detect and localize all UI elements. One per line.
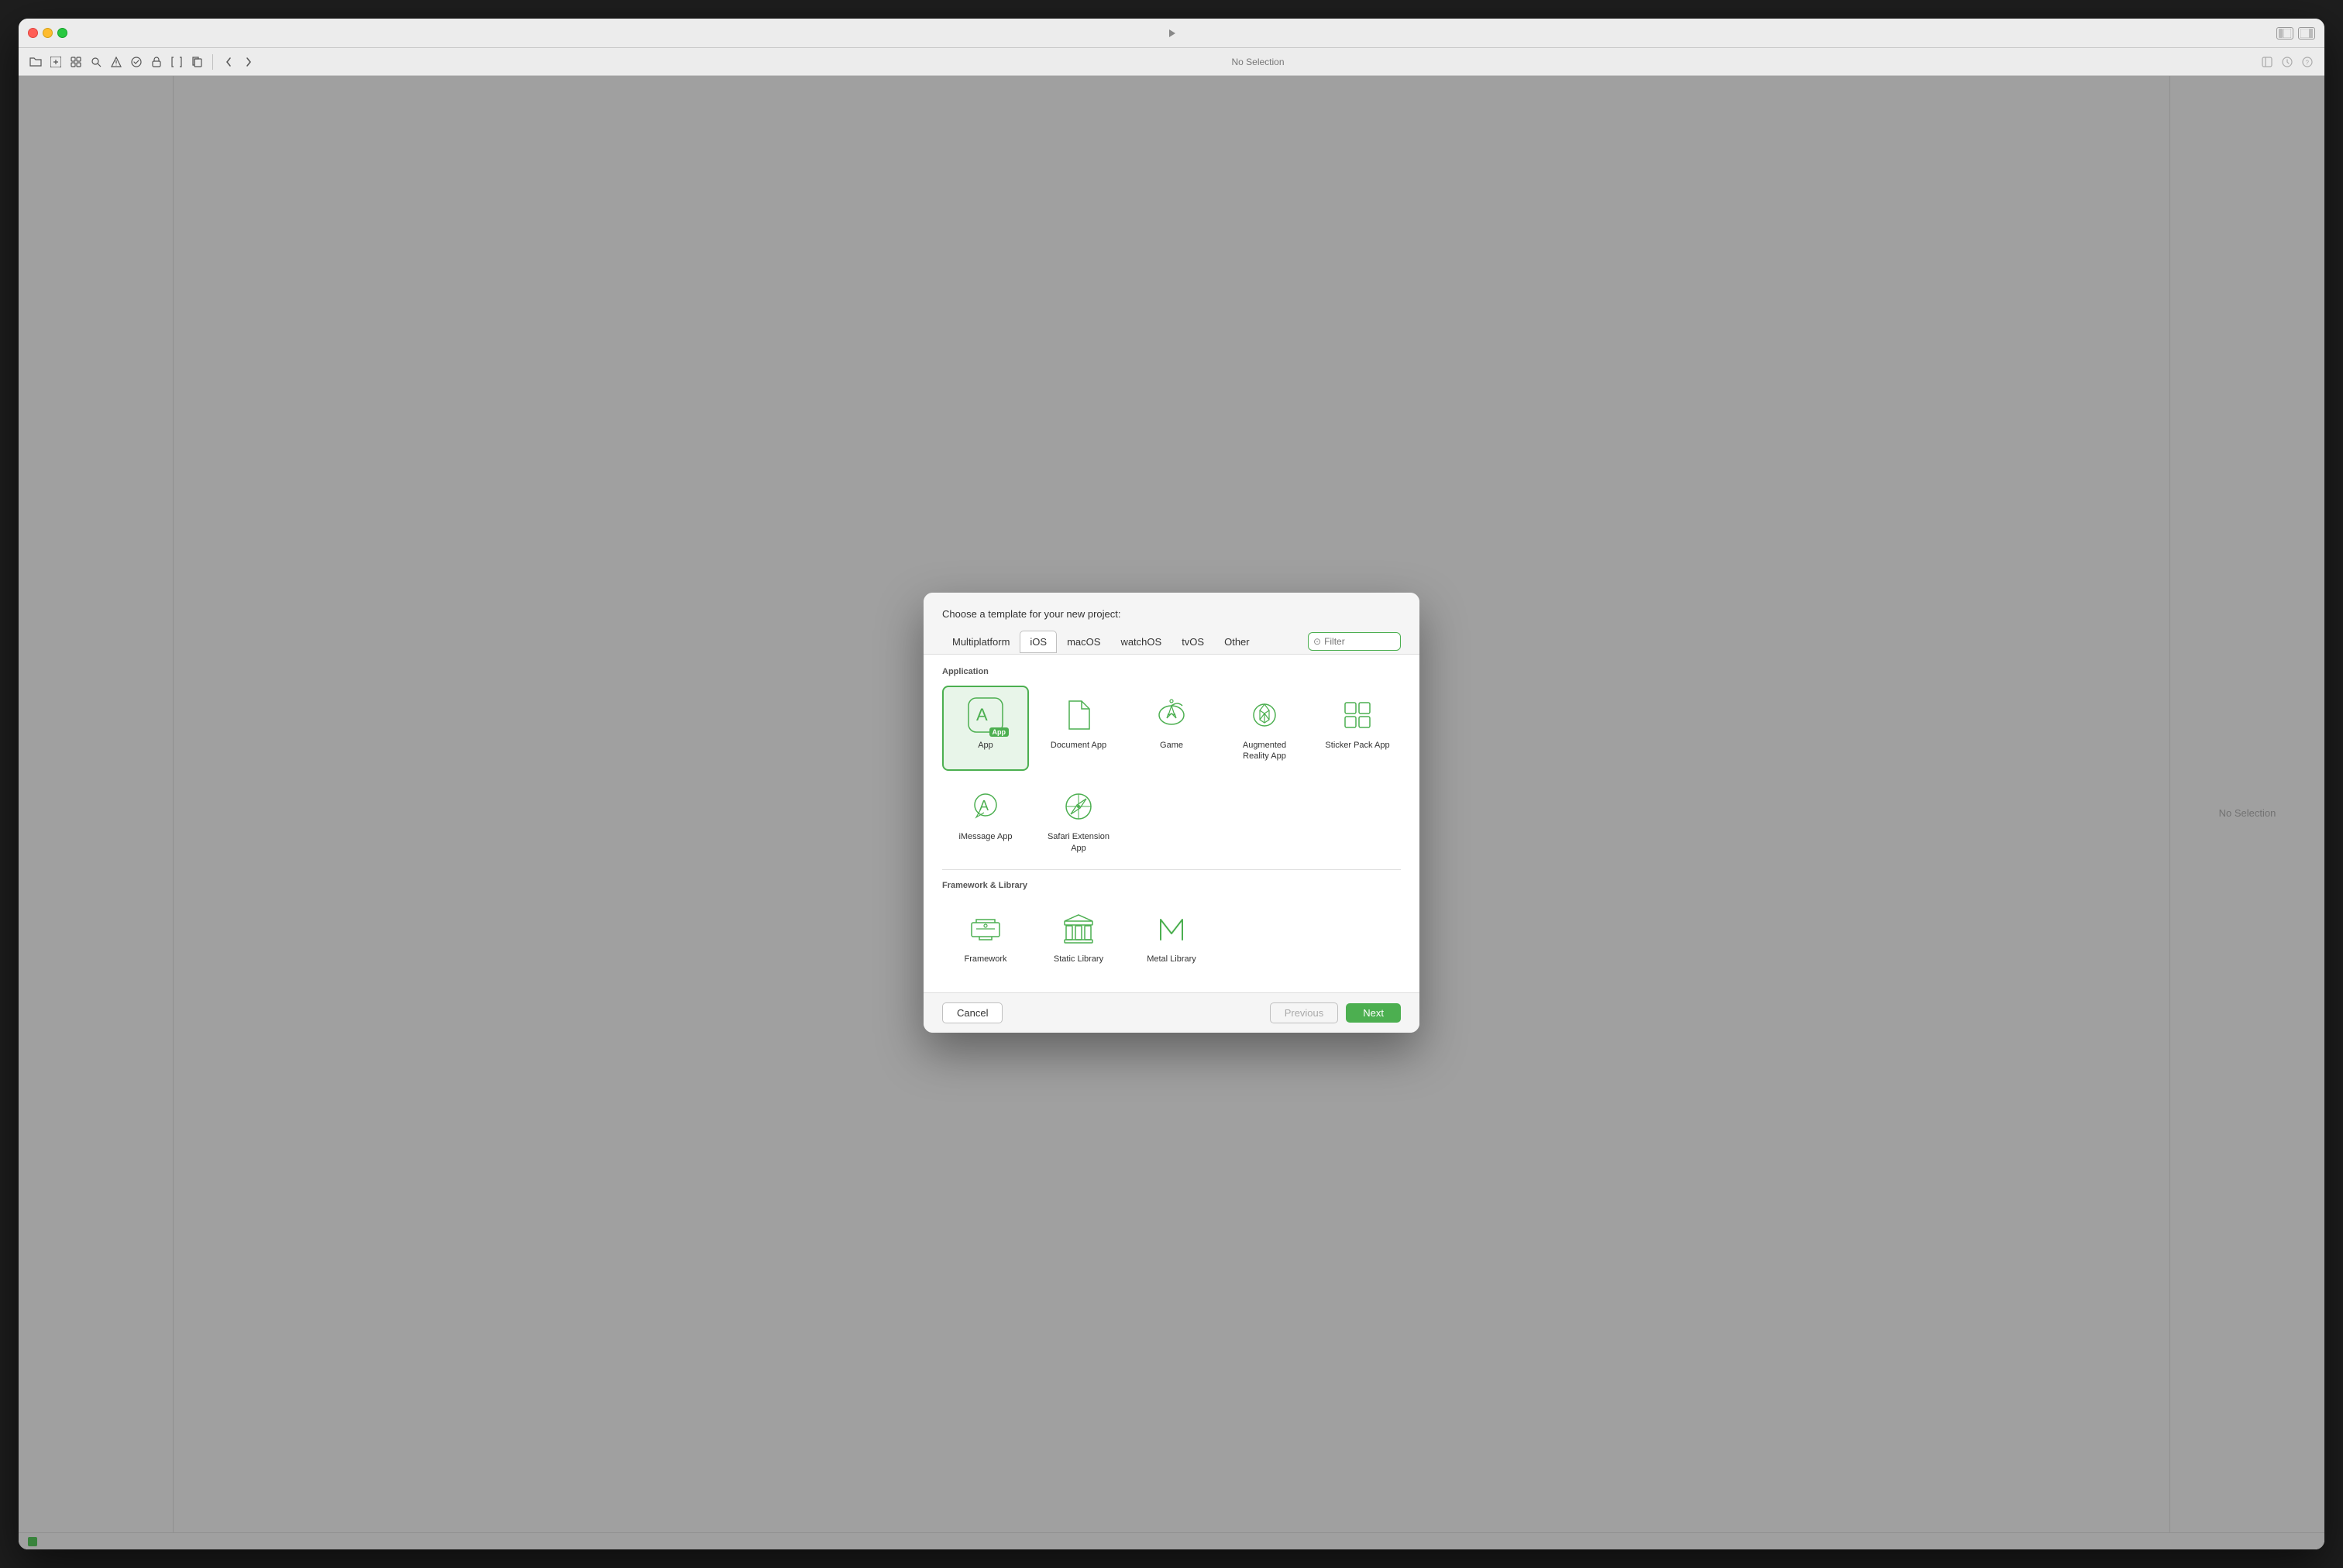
template-name-sticker-pack: Sticker Pack App	[1325, 740, 1389, 751]
checkmark-icon[interactable]	[129, 54, 144, 70]
no-selection-label: No Selection	[1231, 57, 1284, 67]
template-item-game[interactable]: Game	[1128, 686, 1215, 772]
section-divider	[942, 869, 1401, 870]
modal-header: Choose a template for your new project:	[924, 593, 1419, 629]
template-name-static-library: Static Library	[1054, 954, 1103, 965]
clock-icon[interactable]	[2279, 54, 2295, 70]
imessage-icon: A	[965, 786, 1006, 827]
help-icon[interactable]: ?	[2300, 54, 2315, 70]
metal-library-icon	[1151, 909, 1192, 949]
template-item-document-app[interactable]: Document App	[1035, 686, 1122, 772]
template-item-sticker-pack[interactable]: Sticker Pack App	[1314, 686, 1401, 772]
next-button[interactable]: Next	[1346, 1003, 1401, 1023]
template-name-metal-library: Metal Library	[1147, 954, 1196, 965]
close-button[interactable]	[28, 28, 38, 38]
svg-text:A: A	[976, 705, 988, 724]
template-name-game: Game	[1160, 740, 1183, 751]
filter-box[interactable]: ⊙	[1308, 632, 1401, 651]
toolbar-row: No Selection ?	[19, 48, 2324, 76]
template-name-ar-app: Augmented Reality App	[1229, 740, 1300, 762]
sticker-pack-icon	[1337, 695, 1378, 735]
panel-toggle-right[interactable]	[2298, 27, 2315, 40]
tab-other[interactable]: Other	[1214, 631, 1260, 653]
template-item-metal-library[interactable]: Metal Library	[1128, 899, 1215, 974]
app-badge: App	[989, 727, 1010, 737]
safari-ext-icon	[1058, 786, 1099, 827]
template-name-app: App	[978, 740, 993, 751]
svg-text:A: A	[979, 798, 989, 813]
traffic-lights	[28, 28, 67, 38]
copy-icon[interactable]	[189, 54, 205, 70]
previous-button[interactable]: Previous	[1270, 1002, 1339, 1023]
template-name-framework: Framework	[964, 954, 1006, 965]
static-library-icon	[1058, 909, 1099, 949]
tab-tvos[interactable]: tvOS	[1172, 631, 1214, 653]
run-button[interactable]	[1164, 25, 1181, 42]
footer-right: Previous Next	[1270, 1002, 1401, 1023]
tab-ios[interactable]: iOS	[1020, 631, 1057, 653]
search-icon[interactable]	[88, 54, 104, 70]
template-item-static-library[interactable]: Static Library	[1035, 899, 1122, 974]
title-bar	[19, 19, 2324, 48]
section-label-framework: Framework & Library	[942, 881, 1401, 890]
template-item-app[interactable]: A App App	[942, 686, 1029, 772]
template-name-safari-ext: Safari Extension App	[1043, 831, 1114, 854]
panel-toggle-left[interactable]	[2276, 27, 2293, 40]
lock-icon[interactable]	[149, 54, 164, 70]
template-item-safari-ext[interactable]: Safari Extension App	[1035, 777, 1122, 863]
template-name-document-app: Document App	[1051, 740, 1106, 751]
maximize-button[interactable]	[57, 28, 67, 38]
game-icon	[1151, 695, 1192, 735]
section-label-application: Application	[942, 667, 1401, 676]
nav-back-icon[interactable]	[221, 54, 236, 70]
cancel-button[interactable]: Cancel	[942, 1002, 1003, 1023]
framework-icon	[965, 909, 1006, 949]
brackets-icon[interactable]	[169, 54, 184, 70]
minimize-button[interactable]	[43, 28, 53, 38]
modal-overlay: Choose a template for your new project: …	[19, 76, 2324, 1549]
framework-template-grid: Framework	[942, 899, 1401, 974]
folder-icon[interactable]	[28, 54, 43, 70]
modal-body: Application A App App	[924, 655, 1419, 992]
inspector-icon[interactable]	[2259, 54, 2275, 70]
modal-title: Choose a template for your new project:	[942, 608, 1401, 620]
xcode-window: No Selection ?	[19, 19, 2324, 1549]
grid-icon[interactable]	[68, 54, 84, 70]
nav-forward-icon[interactable]	[241, 54, 256, 70]
template-item-imessage[interactable]: A iMessage App	[942, 777, 1029, 863]
add-icon[interactable]	[48, 54, 64, 70]
filter-input[interactable]	[1324, 636, 1394, 647]
filter-search-icon: ⊙	[1313, 636, 1321, 647]
svg-text:?: ?	[2306, 59, 2310, 66]
app-icon-wrapper: A App	[965, 695, 1006, 735]
template-item-framework[interactable]: Framework	[942, 899, 1029, 974]
ar-app-icon	[1244, 695, 1285, 735]
new-project-modal: Choose a template for your new project: …	[924, 593, 1419, 1033]
application-template-grid: A App App	[942, 686, 1401, 863]
template-name-imessage: iMessage App	[958, 831, 1012, 842]
document-app-icon	[1058, 695, 1099, 735]
tabs-row: Multiplatform iOS macOS watchOS tvOS Oth…	[924, 629, 1419, 655]
modal-footer: Cancel Previous Next	[924, 992, 1419, 1033]
tab-macos[interactable]: macOS	[1057, 631, 1110, 653]
tab-watchos[interactable]: watchOS	[1110, 631, 1172, 653]
tab-multiplatform[interactable]: Multiplatform	[942, 631, 1020, 653]
template-item-ar-app[interactable]: Augmented Reality App	[1221, 686, 1308, 772]
warning-icon[interactable]	[108, 54, 124, 70]
